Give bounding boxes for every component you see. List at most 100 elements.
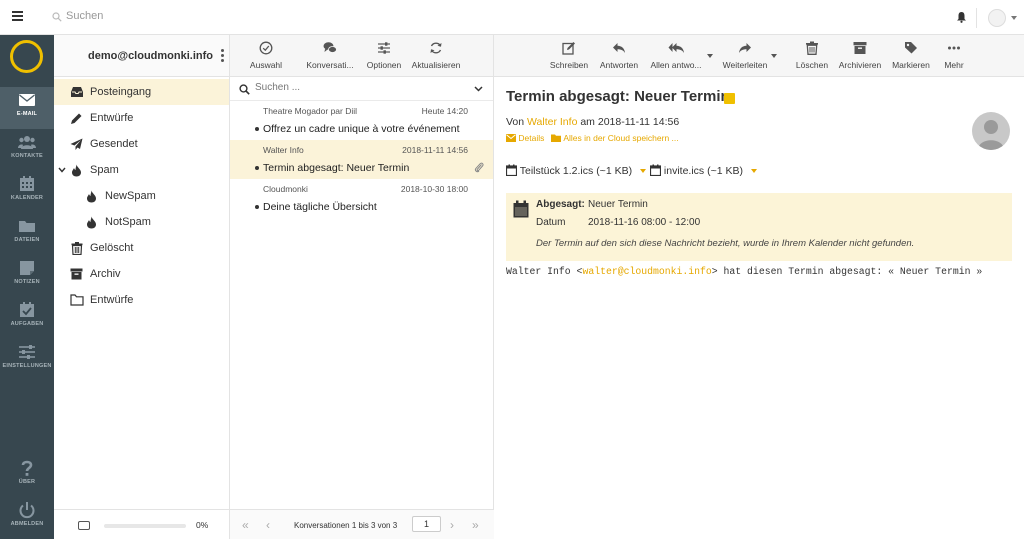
reading-pane: Schreiben Antworten Allen antwo... Weite… bbox=[494, 35, 1024, 539]
calendar-icon bbox=[20, 176, 34, 191]
prev-page-icon[interactable]: ‹ bbox=[266, 518, 270, 532]
folder-item-notspam[interactable]: NotSpam bbox=[54, 209, 229, 235]
folder-item-drafts-2[interactable]: Entwürfe bbox=[54, 287, 229, 313]
hamburger-menu-icon[interactable] bbox=[12, 11, 23, 21]
last-page-icon[interactable]: » bbox=[472, 518, 479, 532]
trash-icon bbox=[71, 242, 83, 255]
reply-all-dropdown-icon[interactable] bbox=[707, 54, 713, 58]
folder-item-trash[interactable]: Gelöscht bbox=[54, 235, 229, 261]
message-search-input[interactable] bbox=[255, 82, 455, 93]
folder-item-newspam[interactable]: NewSpam bbox=[54, 183, 229, 209]
nav-item-email[interactable]: E-MAIL bbox=[0, 87, 54, 129]
message-row[interactable]: Theatre Mogador par Diil Heute 14:20 Off… bbox=[230, 101, 493, 140]
calendar-icon bbox=[649, 164, 662, 177]
from-prefix: Von bbox=[506, 116, 525, 128]
attachment-name: Teilstück 1.2.ics bbox=[519, 165, 594, 177]
attachment-dropdown-icon[interactable] bbox=[750, 169, 757, 174]
nav-item-settings[interactable]: EINSTELLUNGEN bbox=[0, 339, 54, 381]
message-sender: Walter Info bbox=[263, 145, 304, 155]
invite-status-value: Neuer Termin bbox=[588, 199, 648, 210]
reply-all-icon bbox=[668, 43, 684, 53]
more-vertical-icon[interactable] bbox=[221, 49, 224, 64]
body-email-link[interactable]: walter@cloudmonki.info bbox=[582, 266, 711, 277]
select-button[interactable]: Auswahl bbox=[248, 41, 284, 70]
message-subject: Termin abgesagt: Neuer Termin bbox=[263, 162, 410, 174]
reply-all-button[interactable]: Allen antwo... bbox=[648, 41, 704, 70]
body-suffix: > hat diesen Termin abgesagt: « Neuer Te… bbox=[711, 266, 983, 277]
refresh-button-label: Aktualisieren bbox=[411, 60, 461, 70]
message-list-pane: Auswahl Konversati... Optionen Aktualisi… bbox=[230, 35, 494, 539]
message-row-selected[interactable]: Walter Info 2018-11-11 14:56 Termin abge… bbox=[230, 140, 493, 179]
tag-icon bbox=[905, 42, 917, 54]
nav-item-about[interactable]: ÜBER bbox=[0, 455, 54, 497]
attachment-item[interactable]: invite.ics (~1 KB) bbox=[649, 164, 757, 177]
nav-item-notes[interactable]: NOTIZEN bbox=[0, 255, 54, 297]
nav-item-tasks[interactable]: AUFGABEN bbox=[0, 297, 54, 339]
fire-icon bbox=[87, 190, 96, 203]
invite-note: Der Termin auf den sich diese Nachricht … bbox=[536, 238, 915, 249]
delete-button[interactable]: Löschen bbox=[792, 41, 832, 70]
folder-item-spam[interactable]: Spam bbox=[54, 157, 229, 183]
message-toolbar: Schreiben Antworten Allen antwo... Weite… bbox=[494, 35, 1024, 77]
fire-icon bbox=[72, 164, 81, 177]
nav-item-label: AUFGABEN bbox=[10, 321, 44, 327]
forward-button[interactable]: Weiterleiten bbox=[720, 41, 770, 70]
message-row[interactable]: Cloudmonki 2018-10-30 18:00 Deine täglic… bbox=[230, 179, 493, 218]
app-navigation: E-MAIL KONTAKTE KALENDER DATEIEN NOTIZEN… bbox=[0, 35, 54, 539]
account-header: demo@cloudmonki.info bbox=[54, 35, 229, 77]
save-cloud-link[interactable]: Alles in der Cloud speichern ... bbox=[563, 133, 678, 143]
forward-dropdown-icon[interactable] bbox=[771, 54, 777, 58]
search-icon bbox=[52, 12, 62, 22]
calendar-icon bbox=[505, 164, 518, 177]
quota-footer: 0% bbox=[54, 509, 230, 539]
nav-item-label: ABMELDEN bbox=[10, 521, 44, 527]
message-sender: Cloudmonki bbox=[263, 184, 308, 194]
folder-item-sent[interactable]: Gesendet bbox=[54, 131, 229, 157]
user-avatar[interactable] bbox=[988, 9, 1006, 27]
folder-item-drafts[interactable]: Entwürfe bbox=[54, 105, 229, 131]
more-button[interactable]: Mehr bbox=[938, 41, 970, 70]
next-page-icon[interactable]: › bbox=[450, 518, 454, 532]
attachment-item[interactable]: Teilstück 1.2.ics (~1 KB) bbox=[505, 164, 646, 177]
calendar-icon bbox=[513, 200, 529, 218]
first-page-icon[interactable]: « bbox=[242, 518, 249, 532]
options-button[interactable]: Optionen bbox=[364, 41, 404, 70]
compose-button[interactable]: Schreiben bbox=[548, 41, 590, 70]
details-link[interactable]: Details bbox=[518, 133, 544, 143]
refresh-button[interactable]: Aktualisieren bbox=[410, 41, 462, 70]
threads-button[interactable]: Konversati... bbox=[303, 41, 357, 70]
contacts-icon bbox=[18, 136, 36, 149]
folder-label: Gesendet bbox=[90, 138, 138, 150]
mark-button[interactable]: Markieren bbox=[889, 41, 933, 70]
forward-button-label: Weiterleiten bbox=[722, 60, 768, 70]
reply-button[interactable]: Antworten bbox=[597, 41, 641, 70]
global-search-input[interactable] bbox=[66, 10, 366, 22]
nav-item-files[interactable]: DATEIEN bbox=[0, 213, 54, 255]
folder-label: NotSpam bbox=[105, 216, 151, 228]
page-number-input[interactable]: 1 bbox=[412, 516, 441, 532]
chevron-down-icon[interactable] bbox=[1011, 16, 1017, 20]
more-button-label: Mehr bbox=[944, 60, 964, 70]
folder-label: Entwürfe bbox=[90, 112, 134, 124]
nav-item-contacts[interactable]: KONTAKTE bbox=[0, 129, 54, 171]
nav-item-calendar[interactable]: KALENDER bbox=[0, 171, 54, 213]
sender-link[interactable]: Walter Info bbox=[527, 116, 577, 128]
attachment-dropdown-icon[interactable] bbox=[640, 169, 646, 174]
unread-dot-icon bbox=[255, 127, 259, 131]
bell-icon[interactable] bbox=[956, 11, 967, 23]
external-link-icon[interactable] bbox=[724, 93, 735, 104]
pagination-footer: « ‹ Konversationen 1 bis 3 von 3 1 › » bbox=[230, 509, 494, 539]
person-icon bbox=[978, 120, 1004, 150]
nav-item-logout[interactable]: ABMELDEN bbox=[0, 497, 54, 539]
chevron-down-icon[interactable] bbox=[474, 86, 483, 92]
folder-item-archive[interactable]: Archiv bbox=[54, 261, 229, 287]
invite-date-label: Datum bbox=[536, 217, 566, 228]
nav-item-label: NOTIZEN bbox=[14, 279, 40, 285]
archive-button[interactable]: Archivieren bbox=[837, 41, 883, 70]
chevron-down-icon[interactable] bbox=[58, 167, 66, 173]
folder-item-inbox[interactable]: Posteingang bbox=[54, 79, 229, 105]
message-body: Walter Info <walter@cloudmonki.info> hat… bbox=[506, 266, 982, 277]
invite-date-value: 2018-11-16 08:00 - 12:00 bbox=[588, 217, 701, 228]
options-button-label: Optionen bbox=[366, 60, 402, 70]
message-search bbox=[230, 77, 493, 101]
